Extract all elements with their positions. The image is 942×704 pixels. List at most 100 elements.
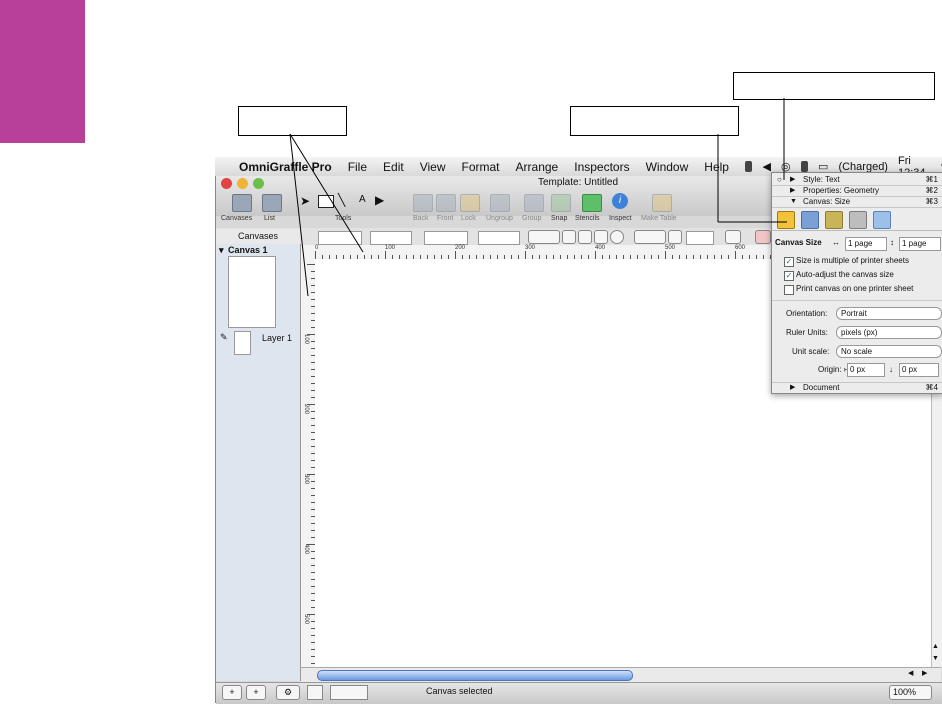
canvas-size-tab-icon[interactable] (777, 211, 795, 229)
list-toolbar-icon[interactable] (262, 194, 282, 212)
close-window-icon[interactable] (221, 178, 232, 189)
canvases-header: Canvases (216, 229, 300, 245)
more-tools-icon[interactable]: ▶ (375, 193, 384, 207)
canvas-height-field[interactable]: 1 page (899, 237, 941, 251)
multiple-sheets-checkbox[interactable]: ✓ (784, 257, 794, 267)
canvas-disclosure-icon[interactable]: ▾ (219, 245, 224, 256)
menu-format[interactable]: Format (462, 160, 500, 174)
lock-label[interactable]: Lock (461, 215, 476, 222)
inspector-row-style[interactable]: ○ ▶ Style: Text ⌘1 (772, 175, 942, 186)
stroke-color-well[interactable] (634, 230, 666, 244)
layer-name[interactable]: Layer 1 (262, 333, 292, 343)
back-icon[interactable] (413, 194, 433, 212)
stroke-style-button[interactable] (668, 230, 682, 244)
shape-style-button-1[interactable] (562, 230, 576, 244)
action-gear-icon[interactable]: ⚙ (276, 685, 300, 700)
minimize-window-icon[interactable] (237, 178, 248, 189)
snap-label[interactable]: Snap (551, 215, 567, 222)
scroll-up-icon[interactable]: ▲ (932, 643, 939, 650)
list-toolbar-label[interactable]: List (264, 215, 275, 222)
menu-inspectors[interactable]: Inspectors (574, 160, 629, 174)
stroke-width-field[interactable] (686, 231, 714, 245)
snap-icon[interactable] (551, 194, 571, 212)
inspect-icon[interactable]: i (612, 193, 628, 209)
menu-edit[interactable]: Edit (383, 160, 404, 174)
canvas-name[interactable]: Canvas 1 (228, 245, 268, 255)
width-field[interactable] (424, 231, 468, 245)
inspector-row-properties[interactable]: ▶ Properties: Geometry ⌘2 (772, 186, 942, 197)
menu-arrange[interactable]: Arrange (516, 160, 559, 174)
group-icon[interactable] (524, 194, 544, 212)
layers-tab-icon[interactable] (849, 211, 867, 229)
inspector-row-document[interactable]: ▶ Document ⌘4 (772, 382, 942, 393)
shape-style-button-2[interactable] (578, 230, 592, 244)
canvases-toolbar-label[interactable]: Canvases (221, 215, 252, 222)
make-table-label[interactable]: Make Table (641, 215, 677, 222)
ruler-top-label: 500 (665, 245, 676, 251)
origin-y-field[interactable]: 0 px (899, 363, 939, 377)
lock-icon[interactable] (460, 194, 480, 212)
volume-icon[interactable]: ◀ (762, 160, 770, 173)
menu-window[interactable]: Window (646, 160, 689, 174)
line-tool-icon[interactable]: ╲ (338, 193, 345, 207)
grid-tab-icon[interactable] (801, 211, 819, 229)
shape-style-button-4[interactable] (610, 230, 624, 244)
pointer-tool-icon[interactable]: ➤ (300, 194, 310, 208)
zoom-window-icon[interactable] (253, 178, 264, 189)
add-canvas-button[interactable]: + (222, 685, 242, 700)
disclosure-down-icon: ▼ (790, 198, 797, 205)
background-tab-icon[interactable] (825, 211, 843, 229)
layout-tab-icon[interactable] (873, 211, 891, 229)
layer-thumbnail[interactable] (234, 331, 251, 355)
scroll-down-icon[interactable]: ▼ (932, 655, 939, 662)
text-tool-icon[interactable]: A (359, 194, 366, 205)
fill-color-well[interactable] (528, 230, 560, 244)
canvas-thumbnail[interactable] (228, 256, 276, 328)
magnet-button[interactable] (755, 230, 771, 244)
width-arrow-icon: ↔ (832, 238, 840, 247)
pencil-icon[interactable]: ✎ (220, 332, 228, 343)
height-field[interactable] (478, 231, 520, 245)
add-layer-button[interactable]: + (246, 685, 266, 700)
menubar-extra-icon[interactable] (744, 161, 753, 172)
scroll-right-icon[interactable]: ▶ (922, 669, 927, 677)
stencils-label[interactable]: Stencils (575, 215, 600, 222)
back-label[interactable]: Back (413, 215, 429, 222)
ungroup-icon[interactable] (490, 194, 510, 212)
inspect-label[interactable]: Inspect (609, 215, 632, 222)
menu-view[interactable]: View (420, 160, 446, 174)
rectangle-tool-icon[interactable] (318, 195, 334, 208)
menu-app-name[interactable]: OmniGraffle Pro (239, 160, 332, 174)
scroll-left-icon[interactable]: ◀ (908, 669, 913, 677)
ruler-units-select[interactable]: pixels (px) (836, 326, 942, 339)
fill-swatch[interactable] (307, 685, 323, 700)
ruler-tick (735, 251, 736, 259)
horizontal-scroll-thumb[interactable] (317, 670, 633, 681)
canvases-toolbar-icon[interactable] (232, 194, 252, 212)
shadow-button[interactable] (725, 230, 741, 244)
inspector-close-icon[interactable]: ○ (777, 175, 782, 185)
inspector-row-canvas[interactable]: ▼ Canvas: Size ⌘3 (772, 197, 942, 208)
orientation-select[interactable]: Portrait (836, 307, 942, 320)
print-one-sheet-checkbox[interactable] (784, 285, 794, 295)
unit-scale-select[interactable]: No scale (836, 345, 942, 358)
auto-adjust-checkbox[interactable]: ✓ (784, 271, 794, 281)
menu-help[interactable]: Help (704, 160, 729, 174)
x-position-field[interactable] (318, 231, 362, 245)
stencils-icon[interactable] (582, 194, 602, 212)
stroke-swatch[interactable] (330, 685, 368, 700)
ruler-left-label: 400 (303, 544, 309, 555)
ungroup-label[interactable]: Ungroup (486, 215, 513, 222)
y-position-field[interactable] (370, 231, 412, 245)
origin-x-field[interactable]: 0 px (847, 363, 885, 377)
make-table-icon[interactable] (652, 194, 672, 212)
zoom-select[interactable]: 100% (889, 685, 932, 700)
menu-file[interactable]: File (348, 160, 367, 174)
front-icon[interactable] (436, 194, 456, 212)
group-label[interactable]: Group (522, 215, 541, 222)
disclosure-right-icon: ▶ (790, 187, 796, 194)
front-label[interactable]: Front (437, 215, 453, 222)
shape-style-button-3[interactable] (594, 230, 608, 244)
spaces-icon[interactable] (800, 161, 809, 172)
canvas-width-field[interactable]: 1 page (845, 237, 887, 251)
